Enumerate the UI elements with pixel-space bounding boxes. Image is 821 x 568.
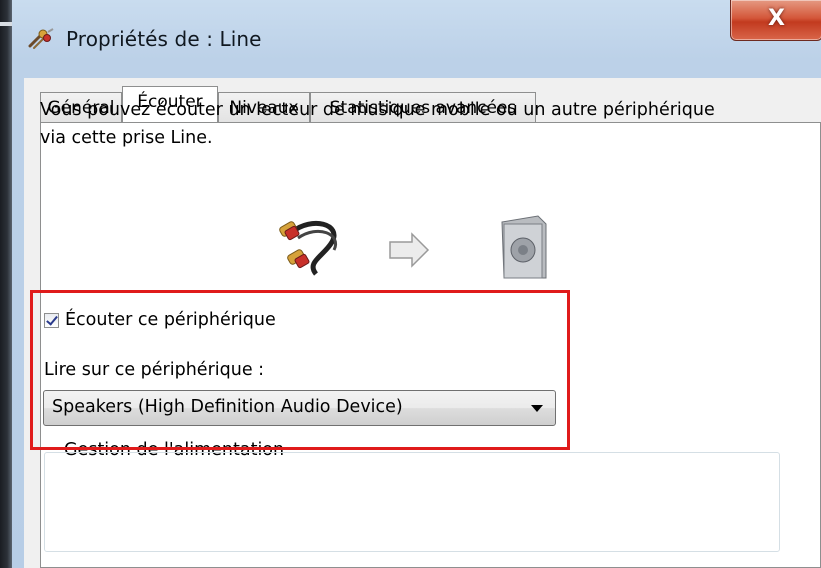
playback-device-label: Lire sur ce périphérique : — [44, 360, 265, 380]
speaker-icon — [501, 215, 547, 279]
listen-checkbox[interactable] — [44, 312, 59, 328]
power-management-group — [44, 452, 780, 552]
playback-device-select[interactable]: Speakers (High Definition Audio Device) — [43, 390, 556, 426]
listen-checkbox-label: Écouter ce périphérique — [65, 310, 276, 330]
listen-checkbox-row[interactable]: Écouter ce périphérique — [44, 310, 276, 330]
rca-cable-icon — [279, 220, 338, 276]
background-window-notch — [0, 22, 12, 26]
close-button[interactable]: X — [730, 0, 821, 41]
line-in-cable-icon — [28, 28, 54, 49]
listen-description: Vous pouvez écouter un lecteur de musiqu… — [40, 100, 715, 148]
title-bar[interactable]: Propriétés de : Line X — [12, 0, 821, 78]
arrow-right-icon — [389, 232, 430, 268]
playback-device-value: Speakers (High Definition Audio Device) — [52, 397, 403, 417]
background-window-edge — [0, 0, 12, 568]
close-icon: X — [768, 6, 785, 31]
listen-icons — [279, 215, 547, 279]
window-title: Propriétés de : Line — [66, 27, 262, 51]
chevron-down-icon — [531, 405, 543, 412]
